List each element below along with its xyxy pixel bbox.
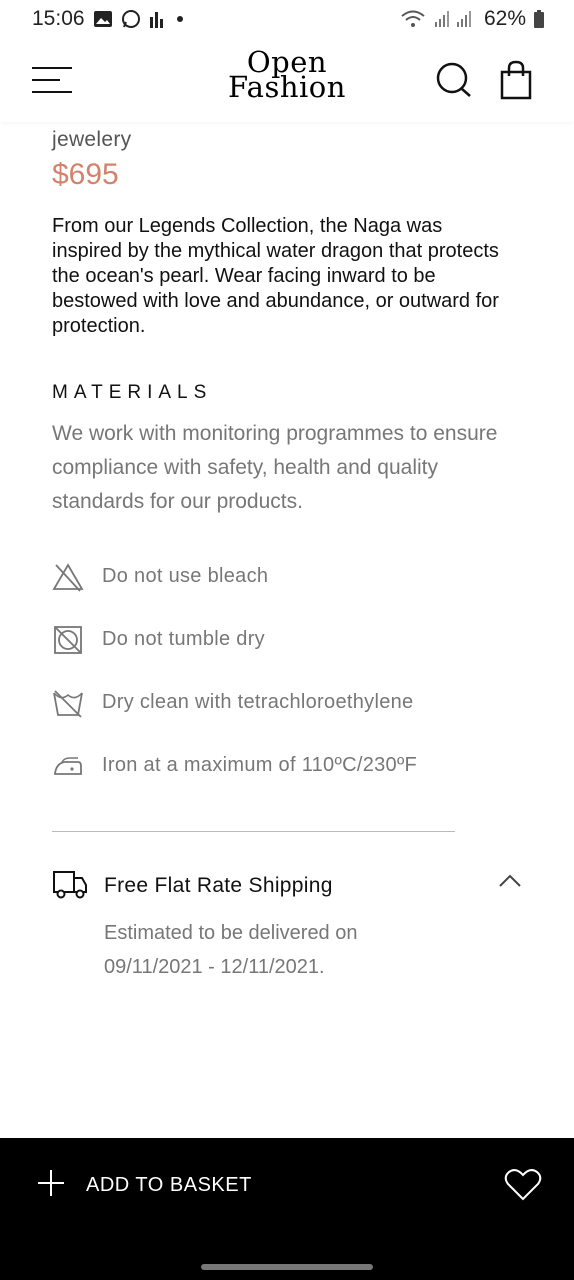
battery-icon (534, 10, 544, 28)
section-divider (52, 831, 455, 832)
status-time: 15:06 (32, 7, 85, 30)
care-item: Dry clean with tetrachloroethylene (52, 671, 522, 734)
status-right: 62% (400, 7, 544, 31)
care-label: Do not use bleach (102, 565, 269, 587)
whatsapp-icon (121, 9, 141, 29)
dry-clean-icon (52, 687, 84, 719)
chevron-up-icon[interactable] (498, 874, 522, 893)
shipping-detail-line1: Estimated to be delivered on (104, 922, 358, 944)
dot-icon (173, 9, 187, 29)
care-label: Iron at a maximum of 110ºC/230ºF (102, 754, 418, 776)
status-bar: 15:06 62% (0, 0, 574, 38)
menu-icon[interactable] (32, 66, 72, 94)
care-item: Iron at a maximum of 110ºC/230ºF (52, 734, 522, 797)
shipping-header[interactable]: Free Flat Rate Shipping (52, 868, 522, 904)
search-icon[interactable] (436, 62, 472, 98)
care-label: Dry clean with tetrachloroethylene (102, 691, 414, 713)
signal-bars-icon (149, 9, 165, 29)
plus-icon (36, 1168, 66, 1203)
care-item: Do not use bleach (52, 545, 522, 608)
shipping-detail-line2: 09/11/2021 - 12/11/2021. (104, 956, 325, 978)
add-to-basket-label: ADD TO BASKET (86, 1174, 252, 1196)
app-header: Open Fashion (0, 38, 574, 122)
product-detail: jewelery $695 From our Legends Collectio… (52, 126, 522, 984)
product-price: $695 (52, 158, 119, 191)
care-label: Do not tumble dry (102, 628, 265, 650)
materials-text: We work with monitoring programmes to en… (52, 422, 498, 513)
cell-signal-icon (434, 9, 476, 29)
shopping-bag-icon[interactable] (500, 60, 532, 100)
iron-icon (52, 750, 84, 782)
battery-percentage: 62% (483, 7, 526, 30)
product-description: From our Legends Collection, the Naga wa… (52, 215, 499, 337)
shipping-estimate: Estimated to be delivered on 09/11/2021 … (104, 916, 522, 984)
care-item: Do not tumble dry (52, 608, 522, 671)
gallery-icon (93, 10, 113, 28)
truck-icon (52, 868, 88, 904)
shipping-title: Free Flat Rate Shipping (104, 874, 333, 897)
status-left: 15:06 (32, 7, 187, 31)
care-instructions: Do not use bleach Do not tumble dry Dry … (52, 545, 522, 797)
wifi-icon (400, 9, 426, 29)
no-tumble-dry-icon (52, 624, 84, 656)
bottom-action-bar: ADD TO BASKET (0, 1138, 574, 1280)
add-to-basket-button[interactable]: ADD TO BASKET (36, 1168, 252, 1203)
heart-icon[interactable] (504, 1168, 542, 1207)
header-actions (436, 60, 532, 100)
home-indicator[interactable] (201, 1264, 373, 1270)
no-bleach-icon (52, 561, 84, 593)
product-category: jewelery (52, 128, 132, 151)
materials-heading: MATERIALS (52, 382, 213, 403)
